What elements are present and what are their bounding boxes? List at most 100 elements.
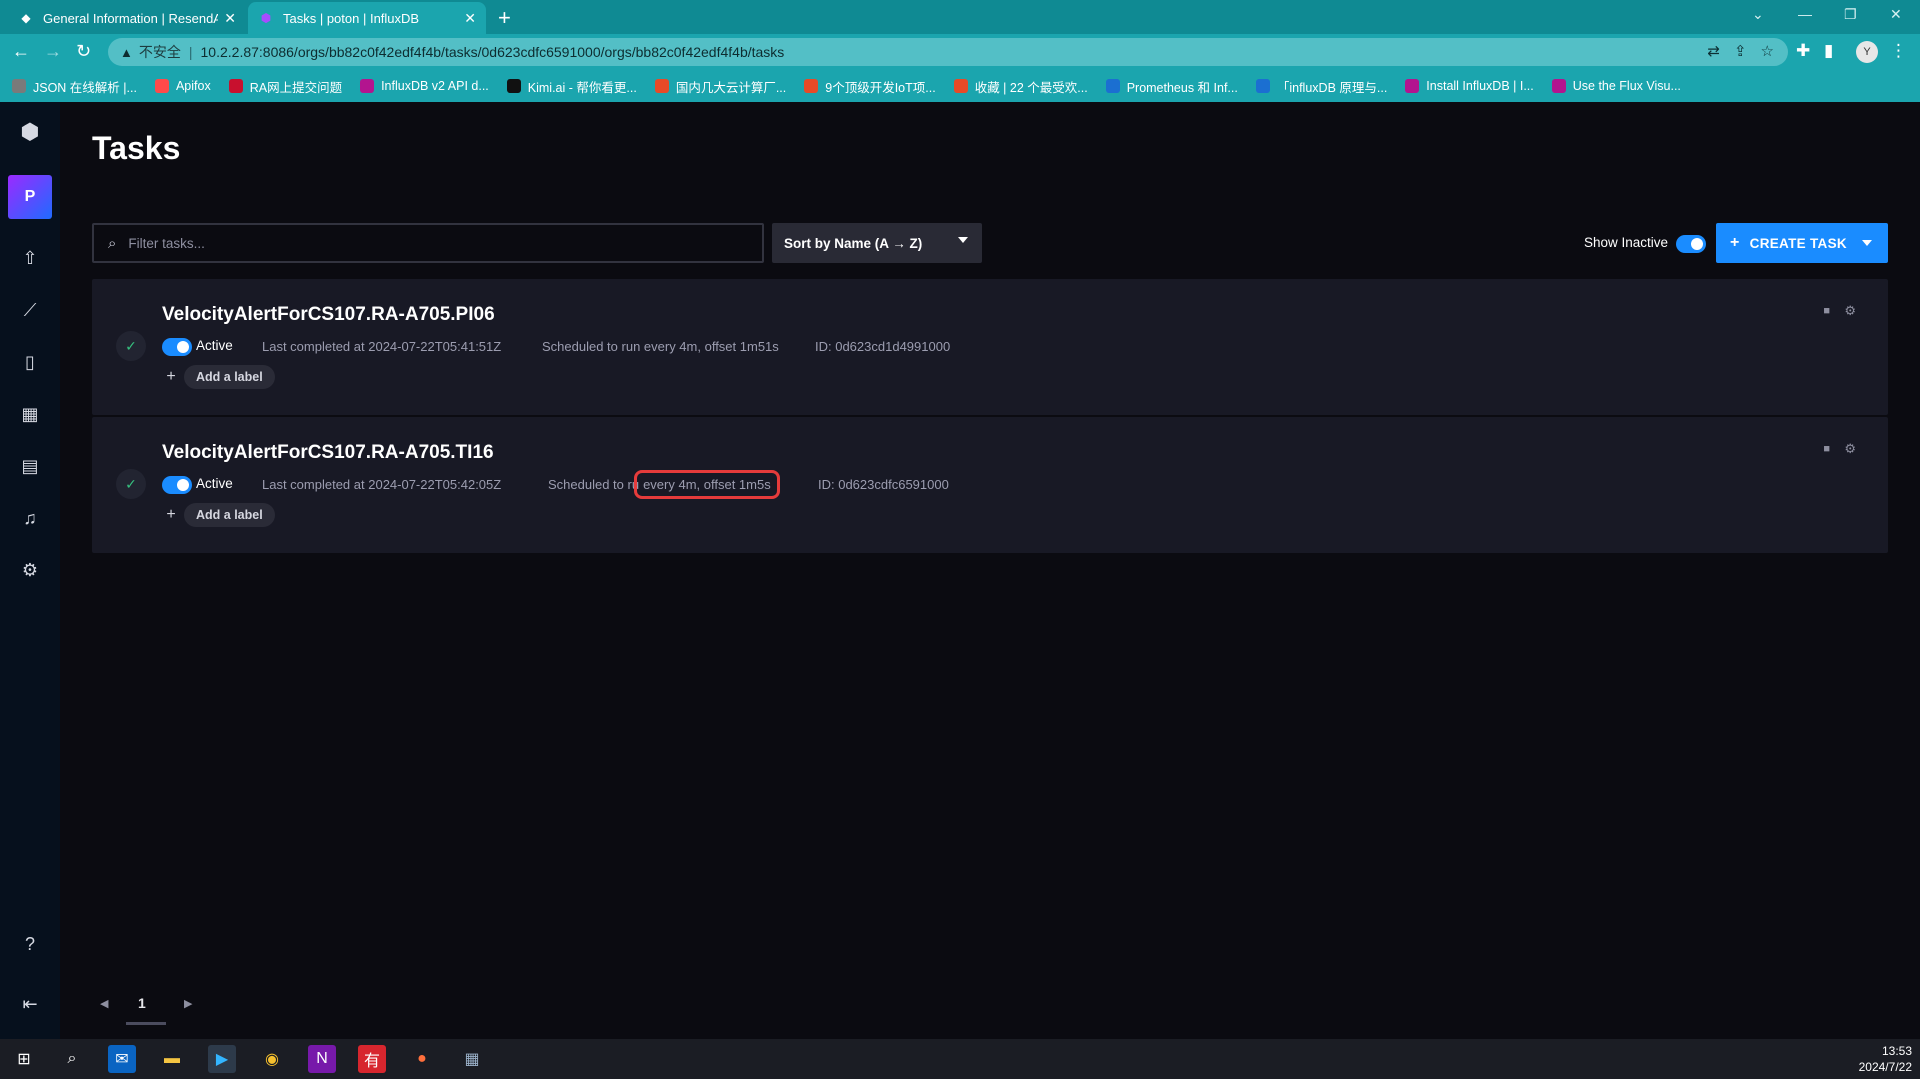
gear-icon[interactable]: ⚙: [1844, 303, 1856, 319]
extensions-icon[interactable]: ✚: [1796, 41, 1810, 61]
schedule-value: every 4m, offset 1m51s: [643, 339, 779, 354]
dashboard-icon[interactable]: ▦: [14, 398, 46, 430]
clock-date: 2024/7/22: [1858, 1060, 1912, 1074]
bookmark-item[interactable]: Kimi.ai - 帮你看更...: [506, 77, 637, 96]
trash-icon[interactable]: ■: [1823, 443, 1830, 455]
current-page[interactable]: 1: [138, 995, 146, 1011]
calculator-icon[interactable]: ▦: [458, 1045, 486, 1073]
bookmark-item[interactable]: 9个顶级开发IoT项...: [804, 77, 936, 96]
search-icon[interactable]: ⌕: [58, 1045, 86, 1073]
browser-tab-resend[interactable]: ◆ General Information | ResendA ✕: [8, 2, 246, 34]
task-active-toggle[interactable]: [162, 476, 192, 494]
bookmark-favicon-icon: [228, 79, 243, 93]
profile-avatar[interactable]: Y: [1856, 41, 1878, 63]
plus-icon[interactable]: +: [162, 506, 180, 524]
graph-icon[interactable]: ⟋: [14, 294, 46, 326]
onenote-icon[interactable]: N: [308, 1045, 336, 1073]
bookmark-item[interactable]: InfluxDB v2 API d...: [360, 79, 489, 93]
add-label-button[interactable]: Add a label: [184, 503, 275, 527]
bookmark-item[interactable]: Install InfluxDB | I...: [1405, 79, 1534, 93]
bookmark-label: 国内几大云计算厂...: [675, 80, 787, 95]
prev-page-icon[interactable]: ◀: [100, 997, 108, 1010]
schedule-value: every 4m, offset 1m5s: [634, 470, 780, 499]
close-window-icon[interactable]: ✕: [1890, 6, 1902, 23]
translate-icon[interactable]: ⇄: [1707, 42, 1720, 60]
bookmark-item[interactable]: Prometheus 和 Inf...: [1105, 77, 1238, 96]
gear-icon[interactable]: ⚙: [1844, 441, 1856, 457]
task-name[interactable]: VelocityAlertForCS107.RA-A705.PI06: [162, 304, 495, 326]
chrome-icon[interactable]: ◉: [258, 1045, 286, 1073]
url-text[interactable]: 10.2.2.87:8086/orgs/bb82c0f42edf4f4b/tas…: [201, 44, 785, 60]
bookmark-favicon-icon: [154, 79, 169, 93]
trash-icon[interactable]: ■: [1823, 305, 1830, 317]
browser-tab-influxdb[interactable]: ⬢ Tasks | poton | InfluxDB ✕: [248, 2, 486, 34]
share-icon[interactable]: ⇪: [1734, 42, 1747, 60]
task-active-toggle[interactable]: [162, 338, 192, 356]
task-card[interactable]: ✓ VelocityAlertForCS107.RA-A705.TI16 Act…: [92, 417, 1888, 553]
close-tab-icon[interactable]: ✕: [464, 10, 476, 27]
bookmark-item[interactable]: 「influxDB 原理与...: [1255, 77, 1387, 96]
plus-icon[interactable]: +: [162, 368, 180, 386]
settings-icon[interactable]: ⚙: [14, 554, 46, 586]
tab-search-chevron-icon[interactable]: ⌄: [1752, 6, 1764, 23]
close-tab-icon[interactable]: ✕: [224, 10, 236, 27]
app-icon[interactable]: ▶: [208, 1045, 236, 1073]
resend-favicon-icon: ◆: [21, 11, 31, 25]
current-page-indicator: [126, 1022, 166, 1025]
file-explorer-icon[interactable]: ▬: [158, 1045, 186, 1073]
windows-start-icon[interactable]: ⊞: [10, 1045, 38, 1073]
side-panel-icon[interactable]: ▮: [1824, 41, 1833, 61]
add-label-button[interactable]: Add a label: [184, 365, 275, 389]
task-filter[interactable]: ⌕: [92, 223, 764, 263]
system-clock[interactable]: 13:53 2024/7/22: [1859, 1043, 1912, 1075]
security-label[interactable]: 不安全: [139, 42, 181, 62]
influx-logo-icon[interactable]: ⬢: [14, 116, 46, 148]
forward-icon[interactable]: →: [44, 41, 62, 62]
influxdb-favicon-icon: ⬢: [260, 11, 272, 25]
tasks-page: Tasks ⌕ Sort by Name (A → Z) Show Inacti…: [60, 102, 1920, 1039]
sort-dropdown[interactable]: Sort by Name (A → Z): [772, 223, 982, 263]
task-schedule: Scheduled to ru every 4m, offset 1m5s: [548, 470, 780, 499]
bookmark-favicon-icon: [953, 79, 968, 93]
bookmark-label: Apifox: [175, 79, 211, 93]
bookmark-favicon-icon: [804, 79, 819, 93]
upload-icon[interactable]: ⇧: [14, 242, 46, 274]
bookmark-item[interactable]: JSON 在线解析 |...: [12, 77, 137, 96]
dictionary-icon[interactable]: 有: [358, 1045, 386, 1073]
create-task-button[interactable]: + CREATE TASK: [1716, 223, 1888, 263]
bell-icon[interactable]: ♫: [14, 502, 46, 534]
outlook-icon[interactable]: ✉: [108, 1045, 136, 1073]
next-page-icon[interactable]: ▶: [184, 997, 192, 1010]
org-switcher[interactable]: P: [8, 175, 52, 219]
bookmark-label: InfluxDB v2 API d...: [381, 79, 489, 93]
task-card[interactable]: ✓ VelocityAlertForCS107.RA-A705.PI06 Act…: [92, 279, 1888, 415]
help-icon[interactable]: ?: [14, 928, 46, 960]
collapse-icon[interactable]: ⇤: [14, 988, 46, 1020]
warning-icon[interactable]: ▲: [120, 45, 133, 60]
new-tab-icon[interactable]: +: [498, 5, 511, 31]
minimize-icon[interactable]: —: [1798, 6, 1812, 22]
menu-kebab-icon[interactable]: ⋮: [1890, 41, 1907, 61]
task-name[interactable]: VelocityAlertForCS107.RA-A705.TI16: [162, 442, 494, 464]
bookmark-item[interactable]: 国内几大云计算厂...: [654, 77, 787, 96]
bookmark-item[interactable]: RA网上提交问题: [228, 77, 342, 96]
notebook-icon[interactable]: ▯: [14, 346, 46, 378]
address-bar[interactable]: ▲ 不安全 | 10.2.2.87:8086/orgs/bb82c0f42edf…: [108, 38, 1788, 66]
chevron-down-icon: [1862, 240, 1872, 246]
reload-icon[interactable]: ↻: [76, 41, 91, 62]
filter-tasks-input[interactable]: [128, 235, 709, 251]
bookmark-item[interactable]: Use the Flux Visu...: [1551, 79, 1681, 93]
postman-icon[interactable]: ●: [408, 1045, 436, 1073]
create-task-label: CREATE TASK: [1749, 235, 1847, 251]
show-inactive-toggle[interactable]: [1676, 235, 1706, 253]
back-icon[interactable]: ←: [12, 41, 30, 62]
restore-icon[interactable]: ❐: [1844, 6, 1857, 23]
bookmark-item[interactable]: Apifox: [154, 79, 211, 93]
bookmark-item[interactable]: 收藏 | 22 个最受欢...: [953, 77, 1088, 96]
browser-toolbar: ← → ↻ ▲ 不安全 | 10.2.2.87:8086/orgs/bb82c0…: [0, 34, 1920, 70]
calendar-icon[interactable]: ▤: [14, 450, 46, 482]
clock-time: 13:53: [1881, 1044, 1912, 1058]
bookmark-label: 9个顶级开发IoT项...: [825, 80, 936, 95]
bookmark-star-icon[interactable]: ☆: [1761, 42, 1774, 60]
task-id: ID: 0d623cd1d4991000: [815, 339, 951, 354]
